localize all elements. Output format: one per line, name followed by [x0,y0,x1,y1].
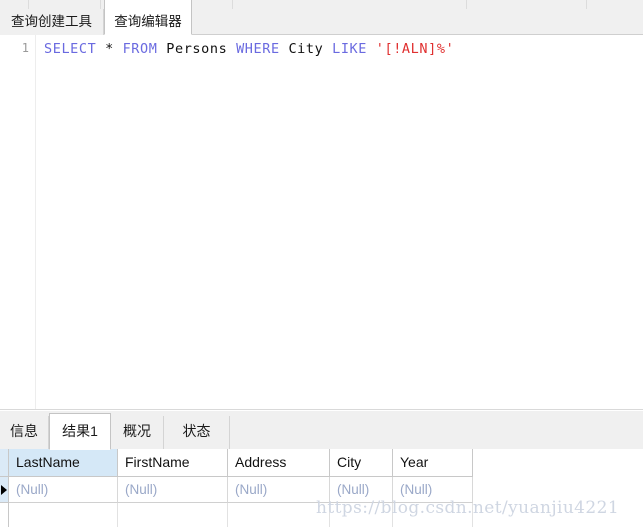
cell-value: (Null) [16,482,49,497]
column-header-label: FirstName [125,454,190,470]
row-selector-cell[interactable] [0,503,9,527]
cell-empty[interactable] [118,503,228,527]
tab-query-builder[interactable]: 查询创建工具 [0,9,104,35]
cell-year[interactable]: (Null) [393,477,473,503]
tab-query-editor-label: 查询编辑器 [114,14,182,29]
top-tab-bar: 查询创建工具 查询编辑器 [0,0,643,35]
sql-token-column-city: City [288,41,324,57]
result-grid[interactable]: LastName FirstName Address City Year (Nu… [0,449,643,527]
sql-token-select: SELECT [44,41,97,57]
table-row[interactable]: (Null) (Null) (Null) (Null) (Null) [0,477,643,503]
cell-address[interactable]: (Null) [228,477,330,503]
cell-city[interactable]: (Null) [330,477,393,503]
sql-query-line[interactable]: SELECT * FROM Persons WHERE City LIKE '[… [44,41,454,57]
toolbar-strip [0,0,643,9]
column-header-lastname[interactable]: LastName [9,449,118,477]
sql-token-space [367,41,376,57]
cell-empty[interactable] [228,503,330,527]
sql-token-table-persons: Persons [166,41,228,57]
row-selector-cell[interactable] [0,477,9,503]
tab-status[interactable]: 状态 [164,416,230,449]
column-header-label: Year [400,454,429,470]
sql-token-from: FROM [122,41,158,57]
cell-value: (Null) [400,482,433,497]
line-number: 1 [21,41,29,55]
sql-token-space [227,41,236,57]
cell-empty[interactable] [9,503,118,527]
editor-bottom-divider [0,409,643,410]
tab-result-1-label: 结果1 [62,423,98,439]
editor-gutter: 1 [0,35,36,410]
cell-empty[interactable] [330,503,393,527]
tab-profile-label: 概况 [123,423,151,439]
toolbar-separator [28,0,29,9]
cell-value: (Null) [337,482,370,497]
row-header-gutter[interactable] [0,449,9,477]
column-header-label: LastName [16,454,80,470]
tab-query-editor[interactable]: 查询编辑器 [104,0,192,35]
tab-profile[interactable]: 概况 [111,416,164,449]
cell-value: (Null) [125,482,158,497]
sql-token-space [323,41,332,57]
tab-status-label: 状态 [182,423,211,439]
sql-token-string-literal: '[!ALN]%' [375,41,455,57]
sql-token-like: LIKE [332,41,368,57]
current-row-arrow-icon [1,485,7,495]
bottom-tab-bar: 信息 结果1 概况 状态 [0,411,643,450]
table-row-empty[interactable] [0,503,473,527]
sql-token-space [158,41,167,57]
column-header-address[interactable]: Address [228,449,330,477]
sql-token-star: * [105,41,114,57]
toolbar-separator [586,0,587,9]
tab-query-builder-label: 查询创建工具 [11,14,92,29]
column-header-city[interactable]: City [330,449,393,477]
tab-info[interactable]: 信息 [0,416,49,449]
column-header-firstname[interactable]: FirstName [118,449,228,477]
toolbar-separator [232,0,233,9]
column-header-label: City [337,454,362,470]
sql-editor[interactable]: 1 SELECT * FROM Persons WHERE City LIKE … [0,35,643,410]
column-header-year[interactable]: Year [393,449,473,477]
cell-lastname[interactable]: (Null) [9,477,118,503]
tab-info-label: 信息 [10,423,38,439]
result-grid-header-row: LastName FirstName Address City Year [0,449,643,477]
cell-firstname[interactable]: (Null) [118,477,228,503]
toolbar-separator [100,0,101,9]
sql-token-space [96,41,105,57]
column-header-label: Address [235,454,287,470]
cell-empty[interactable] [393,503,473,527]
sql-token-where: WHERE [236,41,280,57]
tab-result-1[interactable]: 结果1 [49,413,111,450]
sql-client-window: 查询创建工具 查询编辑器 1 SELECT * FROM Persons WHE… [0,0,643,527]
sql-token-space [114,41,123,57]
cell-value: (Null) [235,482,268,497]
toolbar-separator [466,0,467,9]
